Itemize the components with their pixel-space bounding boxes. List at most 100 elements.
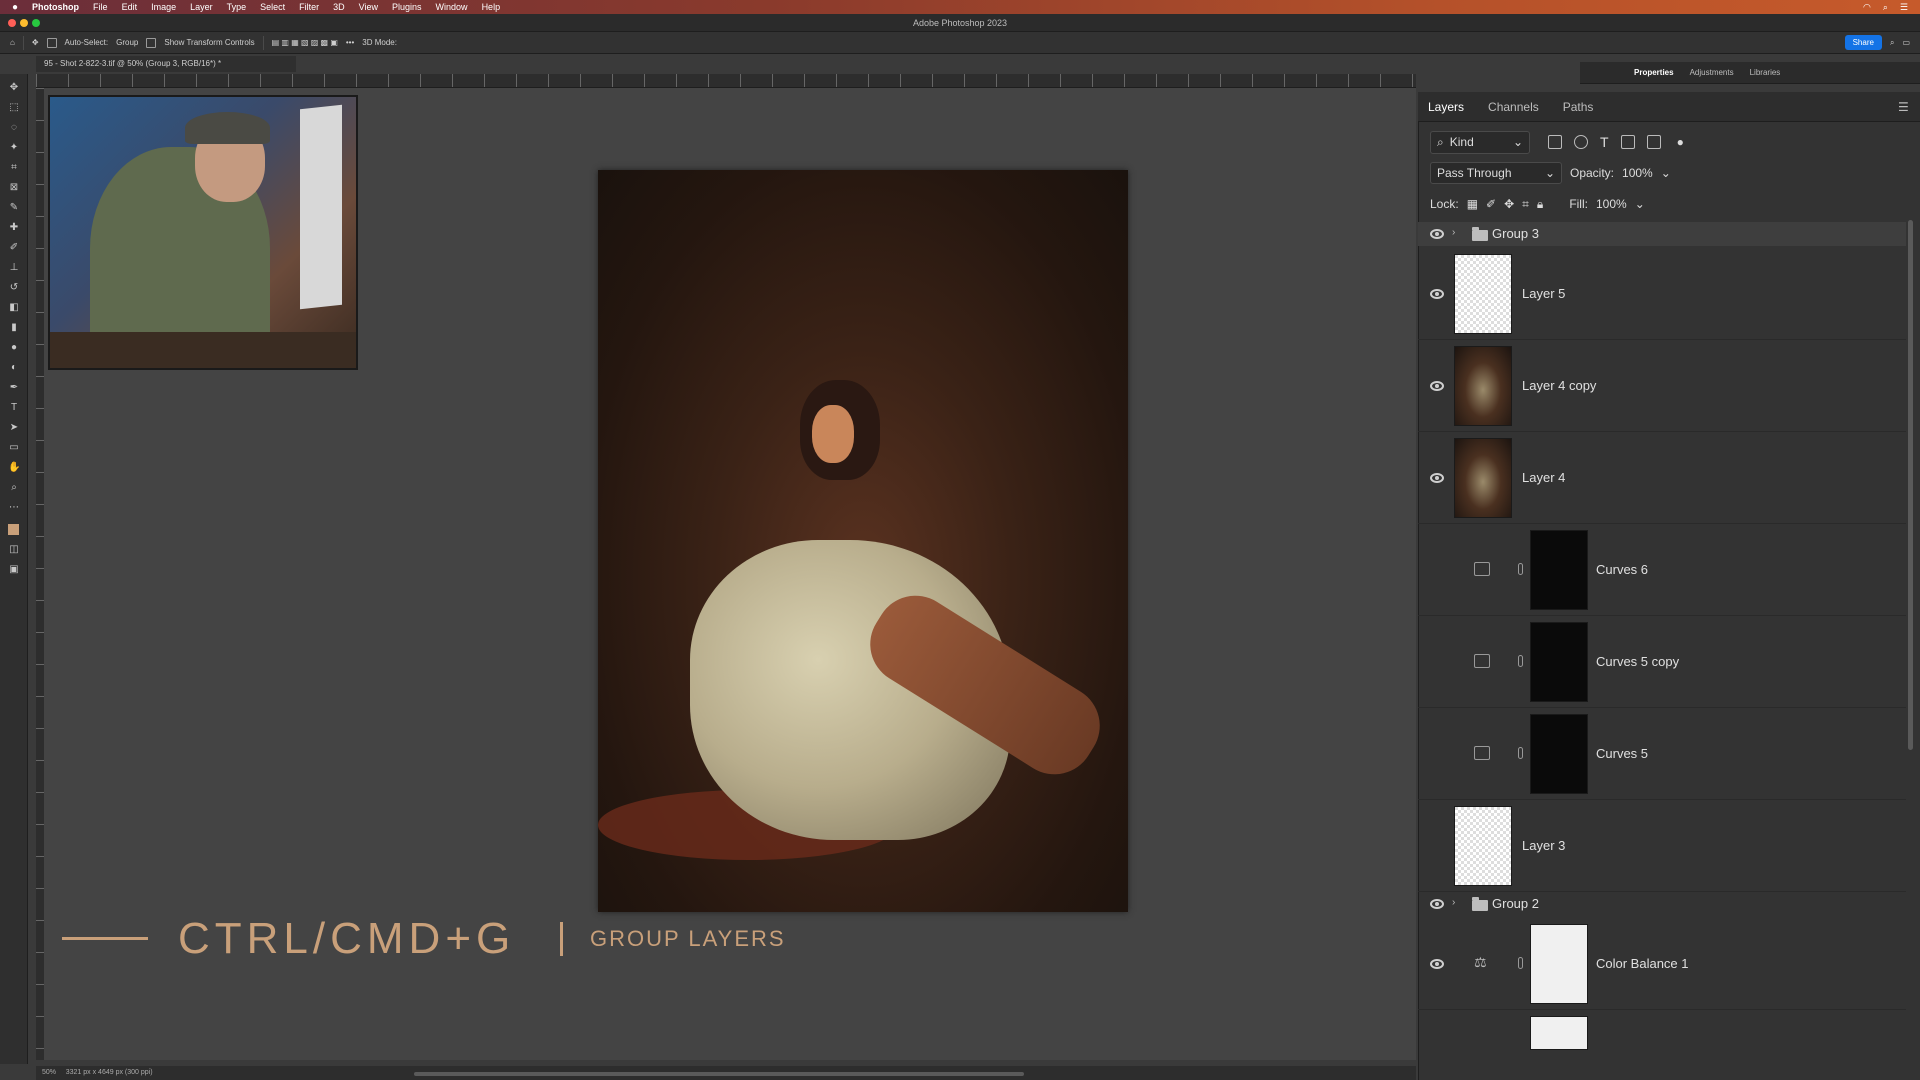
adjustment-filter-icon[interactable] xyxy=(1574,135,1588,149)
smart-object-filter-icon[interactable] xyxy=(1646,135,1661,149)
wifi-icon[interactable]: ◠ xyxy=(1863,2,1871,13)
visibility-eye-icon[interactable] xyxy=(1430,381,1444,391)
more-options-icon[interactable]: ••• xyxy=(346,38,354,47)
layer-name[interactable]: Group 3 xyxy=(1492,226,1539,241)
frame-tool-icon[interactable]: ⊠ xyxy=(8,182,20,194)
tab-libraries[interactable]: Libraries xyxy=(1750,68,1781,77)
visibility-eye-icon[interactable] xyxy=(1430,289,1444,299)
layer-name[interactable]: Layer 4 copy xyxy=(1522,378,1596,393)
healing-brush-icon[interactable]: ✚ xyxy=(8,222,20,234)
menu-window[interactable]: Window xyxy=(436,2,468,12)
layer-name[interactable]: Curves 5 copy xyxy=(1596,654,1679,669)
pen-tool-icon[interactable]: ✒ xyxy=(8,382,20,394)
tab-paths[interactable]: Paths xyxy=(1563,100,1594,114)
quick-mask-icon[interactable]: ◫ xyxy=(8,544,20,556)
apple-icon[interactable]: ● xyxy=(12,2,18,13)
more-tools-icon[interactable]: ⋯ xyxy=(8,502,20,514)
layer-name[interactable]: Group 2 xyxy=(1492,896,1539,911)
move-tool-icon[interactable]: ✥ xyxy=(8,82,20,94)
minimize-window-button[interactable] xyxy=(20,19,28,27)
menu-edit[interactable]: Edit xyxy=(122,2,138,12)
workspace-icon[interactable]: ▭ xyxy=(1902,38,1920,47)
history-brush-icon[interactable]: ↺ xyxy=(8,282,20,294)
zoom-window-button[interactable] xyxy=(32,19,40,27)
layer-row-layer-4-copy[interactable]: Layer 4 copy xyxy=(1418,340,1906,432)
tab-channels[interactable]: Channels xyxy=(1488,100,1539,114)
shape-filter-icon[interactable] xyxy=(1620,135,1635,149)
menu-file[interactable]: File xyxy=(93,2,108,12)
layer-mask-thumbnail[interactable] xyxy=(1530,924,1588,1004)
close-window-button[interactable] xyxy=(8,19,16,27)
home-icon[interactable]: ⌂ xyxy=(10,38,15,47)
layer-row-curves-5[interactable]: Curves 5 xyxy=(1418,708,1906,800)
layer-group-3[interactable]: › Group 3 xyxy=(1418,222,1906,246)
layer-row-partial[interactable] xyxy=(1418,1010,1906,1050)
layer-group-2[interactable]: › Group 2 xyxy=(1418,892,1906,916)
layer-name[interactable]: Curves 5 xyxy=(1596,746,1648,761)
menu-select[interactable]: Select xyxy=(260,2,285,12)
horizontal-scrollbar[interactable] xyxy=(414,1072,1024,1076)
lasso-tool-icon[interactable]: ◌ xyxy=(8,122,20,134)
chevron-down-icon[interactable]: ⌄ xyxy=(1635,197,1645,211)
filter-kind-dropdown[interactable]: ⌕ Kind ⌄ xyxy=(1430,130,1530,154)
menu-3d[interactable]: 3D xyxy=(333,2,345,12)
auto-select-checkbox[interactable] xyxy=(46,37,57,48)
share-button[interactable]: Share xyxy=(1844,35,1882,50)
menu-filter[interactable]: Filter xyxy=(299,2,319,12)
screen-mode-icon[interactable]: ▣ xyxy=(8,564,20,576)
chevron-right-icon[interactable]: › xyxy=(1452,227,1455,238)
document-tab[interactable]: 95 - Shot 2-822-3.tif @ 50% (Group 3, RG… xyxy=(36,56,296,72)
layer-name[interactable]: Layer 3 xyxy=(1522,838,1565,853)
layers-scrollbar[interactable] xyxy=(1908,220,1913,750)
panel-menu-icon[interactable]: ☰ xyxy=(1898,100,1909,114)
lock-pixels-icon[interactable]: ✐ xyxy=(1486,197,1496,211)
blur-tool-icon[interactable]: ● xyxy=(8,342,20,354)
lock-position-icon[interactable]: ✥ xyxy=(1504,197,1514,211)
path-select-icon[interactable]: ➤ xyxy=(8,422,20,434)
layer-row-curves-6[interactable]: Curves 6 xyxy=(1418,524,1906,616)
chevron-right-icon[interactable]: › xyxy=(1452,897,1455,908)
layer-name[interactable]: Layer 5 xyxy=(1522,286,1565,301)
type-tool-icon[interactable]: T xyxy=(8,402,20,414)
hand-tool-icon[interactable]: ✋ xyxy=(8,462,20,474)
stamp-tool-icon[interactable]: ⊥ xyxy=(8,262,20,274)
dodge-tool-icon[interactable]: ◐ xyxy=(8,362,20,374)
foreground-color-swatch[interactable] xyxy=(8,524,19,535)
layer-name[interactable]: Color Balance 1 xyxy=(1596,956,1689,971)
filter-toggle-icon[interactable]: ● xyxy=(1677,135,1684,149)
chevron-down-icon[interactable]: ⌄ xyxy=(1661,166,1671,180)
tab-layers[interactable]: Layers xyxy=(1428,100,1464,114)
menu-layer[interactable]: Layer xyxy=(190,2,213,12)
layer-name[interactable]: Layer 4 xyxy=(1522,470,1565,485)
menu-app-name[interactable]: Photoshop xyxy=(32,2,79,12)
tab-adjustments[interactable]: Adjustments xyxy=(1690,68,1734,77)
transform-controls-checkbox[interactable] xyxy=(146,37,157,48)
eraser-tool-icon[interactable]: ◧ xyxy=(8,302,20,314)
layer-row-curves-5-copy[interactable]: Curves 5 copy xyxy=(1418,616,1906,708)
menu-help[interactable]: Help xyxy=(482,2,501,12)
gradient-tool-icon[interactable]: ▮ xyxy=(8,322,20,334)
link-chain-icon[interactable] xyxy=(1518,957,1523,969)
fill-input[interactable]: 100% xyxy=(1596,197,1627,211)
opacity-input[interactable]: 100% xyxy=(1622,166,1653,180)
pixel-filter-icon[interactable] xyxy=(1548,135,1562,149)
type-filter-icon[interactable]: T xyxy=(1600,134,1609,150)
align-icons[interactable]: ▤ ▥ ▦ ▧ ▨ ▩ ▣ xyxy=(272,38,338,47)
layer-row-color-balance-1[interactable]: ⚖ Color Balance 1 xyxy=(1418,918,1906,1010)
link-chain-icon[interactable] xyxy=(1518,747,1523,759)
auto-select-dropdown[interactable]: Group xyxy=(116,38,138,47)
layer-mask-thumbnail[interactable] xyxy=(1530,622,1588,702)
tab-properties[interactable]: Properties xyxy=(1634,68,1674,77)
visibility-eye-icon[interactable] xyxy=(1430,899,1444,909)
shape-tool-icon[interactable]: ▭ xyxy=(8,442,20,454)
layer-row-layer-4[interactable]: Layer 4 xyxy=(1418,432,1906,524)
layer-mask-thumbnail[interactable] xyxy=(1530,530,1588,610)
visibility-eye-icon[interactable] xyxy=(1430,473,1444,483)
marquee-tool-icon[interactable]: ⬚ xyxy=(8,102,20,114)
lock-all-icon[interactable]: 🔒︎ xyxy=(1537,197,1543,212)
control-center-icon[interactable]: ☰ xyxy=(1900,2,1908,13)
move-tool-icon[interactable]: ✥ xyxy=(32,38,39,47)
lock-transparent-icon[interactable]: ▦ xyxy=(1467,197,1478,211)
link-chain-icon[interactable] xyxy=(1518,655,1523,667)
layer-mask-thumbnail[interactable] xyxy=(1530,1016,1588,1050)
